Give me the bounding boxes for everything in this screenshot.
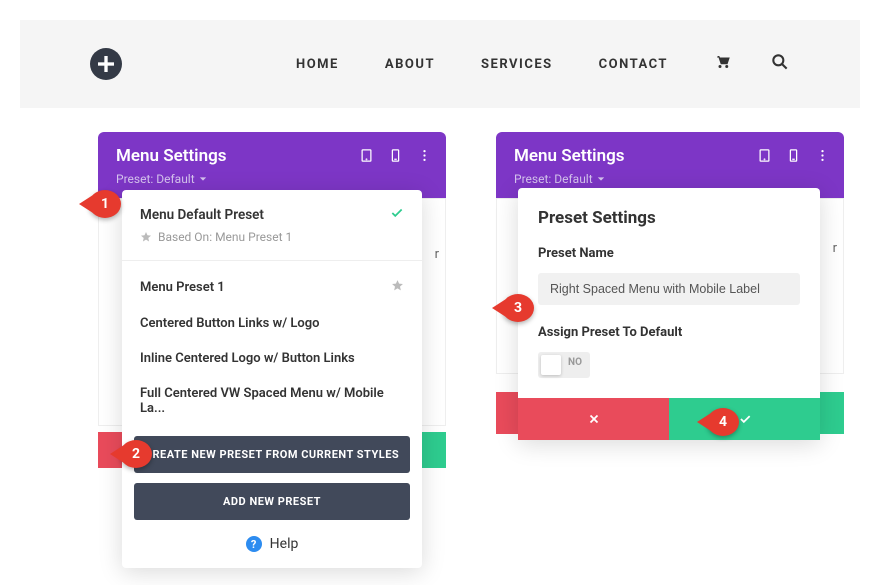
annotation-badge-4: 4 [707, 408, 739, 436]
preset-item-1[interactable]: Menu Preset 1 [122, 269, 422, 306]
annotation-badge-2: 2 [120, 440, 152, 468]
based-on-label: Based On: Menu Preset 1 [140, 230, 404, 244]
add-preset-button[interactable]: ADD NEW PRESET [134, 483, 410, 520]
popup-actions [518, 398, 820, 440]
preset-item-2[interactable]: Centered Button Links w/ Logo [122, 306, 422, 341]
toggle-state: NO [568, 357, 582, 368]
nav-home[interactable]: HOME [296, 57, 339, 72]
popup-cancel[interactable] [518, 398, 669, 440]
peek-text-r: r [833, 241, 837, 256]
preset-label: Preset: Default [116, 172, 195, 186]
cart-icon[interactable] [714, 53, 732, 75]
divider [122, 260, 422, 261]
annotation-badge-1: 1 [89, 190, 121, 218]
search-icon[interactable] [770, 52, 790, 76]
popup-confirm[interactable] [669, 398, 820, 440]
assign-default-toggle[interactable]: NO [538, 352, 800, 378]
tablet-icon[interactable] [359, 148, 374, 163]
nav-about[interactable]: ABOUT [385, 57, 435, 72]
preset-item-4[interactable]: Full Centered VW Spaced Menu w/ Mobile L… [122, 376, 422, 426]
check-icon [390, 206, 404, 224]
current-preset-name: Menu Default Preset [140, 207, 264, 223]
popup-title: Preset Settings [518, 188, 820, 240]
nav-links: HOME ABOUT SERVICES CONTACT [296, 52, 790, 76]
preset-item-3[interactable]: Inline Centered Logo w/ Button Links [122, 341, 422, 376]
dropdown-current[interactable]: Menu Default Preset Based On: Menu Prese… [122, 190, 422, 256]
annotation-badge-3: 3 [502, 294, 534, 322]
preset-name-input[interactable] [538, 273, 800, 305]
more-icon[interactable] [417, 148, 432, 163]
header-icons [359, 148, 432, 163]
preset-name-label: Preset Name [518, 240, 820, 267]
phone-icon[interactable] [786, 148, 801, 163]
preset-settings-popup: Preset Settings Preset Name Assign Prese… [518, 188, 820, 440]
preset-selector[interactable]: Preset: Default [116, 172, 428, 186]
phone-icon[interactable] [388, 148, 403, 163]
top-nav-bar: HOME ABOUT SERVICES CONTACT [20, 20, 860, 108]
help-icon: ? [246, 536, 262, 552]
panel-left-header: Menu Settings Preset: Default [98, 132, 446, 198]
assign-default-label: Assign Preset To Default [518, 319, 820, 346]
peek-text: r [435, 247, 439, 262]
more-icon[interactable] [815, 148, 830, 163]
header-icons-right [757, 148, 830, 163]
tablet-icon[interactable] [757, 148, 772, 163]
add-button[interactable] [90, 48, 122, 80]
preset-dropdown: Menu Default Preset Based On: Menu Prese… [122, 190, 422, 568]
create-preset-button[interactable]: CREATE NEW PRESET FROM CURRENT STYLES [134, 436, 410, 473]
panel-right: Menu Settings Preset: Default r Logo Pre… [496, 132, 844, 434]
nav-contact[interactable]: CONTACT [599, 57, 668, 72]
preset-selector-right[interactable]: Preset: Default [514, 172, 826, 186]
panel-left: Menu Settings Preset: Default r Menu Def… [98, 132, 446, 468]
nav-services[interactable]: SERVICES [481, 57, 553, 72]
help-link[interactable]: ? Help [122, 520, 422, 562]
star-icon[interactable] [391, 279, 404, 296]
